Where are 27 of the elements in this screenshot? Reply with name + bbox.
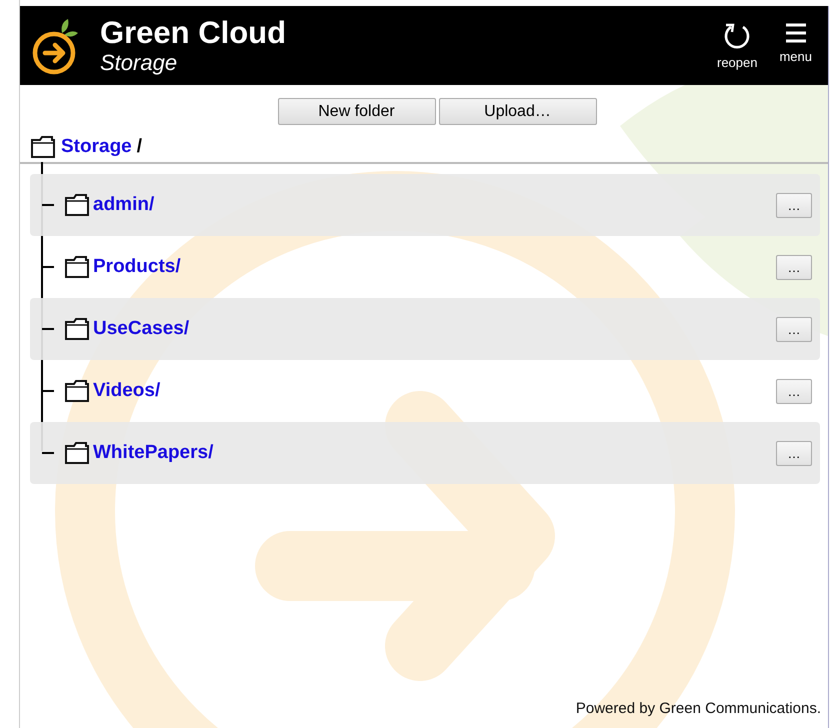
app-title: Green Cloud bbox=[100, 16, 286, 50]
folder-icon bbox=[64, 441, 90, 465]
menu-icon bbox=[784, 21, 808, 45]
folder-link[interactable]: admin/ bbox=[93, 194, 154, 216]
more-button[interactable]: … bbox=[776, 192, 812, 218]
more-button[interactable]: … bbox=[776, 316, 812, 342]
folder-link[interactable]: Products/ bbox=[93, 256, 181, 278]
folder-icon bbox=[64, 317, 90, 341]
folder-icon bbox=[64, 255, 90, 279]
folder-icon bbox=[64, 193, 90, 217]
more-button[interactable]: … bbox=[776, 440, 812, 466]
folder-icon bbox=[30, 135, 56, 159]
folder-link[interactable]: WhitePapers/ bbox=[93, 442, 214, 464]
more-button[interactable]: … bbox=[776, 254, 812, 280]
app-subtitle: Storage bbox=[100, 50, 178, 76]
folder-link[interactable]: Videos/ bbox=[93, 380, 160, 402]
breadcrumb-separator: / bbox=[136, 136, 142, 158]
footer-text: Powered by Green Communications. bbox=[576, 700, 822, 719]
folder-icon bbox=[64, 379, 90, 403]
breadcrumb-link[interactable]: Storage bbox=[61, 136, 132, 158]
reload-icon bbox=[722, 21, 752, 51]
menu-button[interactable]: menu bbox=[779, 21, 812, 70]
reopen-button[interactable]: reopen bbox=[716, 21, 758, 70]
upload-button[interactable]: Upload… bbox=[438, 98, 596, 125]
new-folder-button[interactable]: New folder bbox=[278, 98, 436, 125]
folder-link[interactable]: UseCases/ bbox=[93, 318, 190, 340]
more-button[interactable]: … bbox=[776, 378, 812, 404]
